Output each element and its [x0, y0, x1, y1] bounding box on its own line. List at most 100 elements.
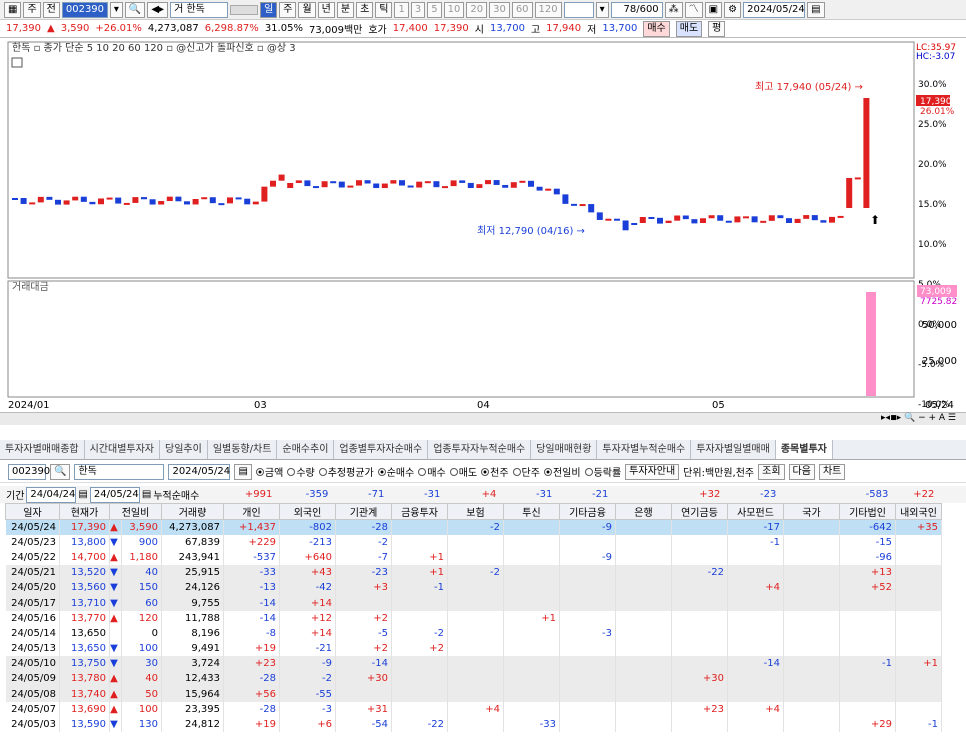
- table-row[interactable]: 24/05/24 17,390 ▲ 3,590 4,273,087 +1,437 -802-…: [5, 519, 942, 535]
- save-icon[interactable]: ▣: [704, 1, 723, 18]
- table-row[interactable]: 24/05/13 13,650 ▼ 100 9,491 +19 -21 +2 +2: [5, 641, 942, 657]
- grid-icon[interactable]: ▦: [4, 1, 22, 18]
- col-header[interactable]: 전일비: [109, 503, 162, 520]
- min-3[interactable]: 3: [410, 1, 426, 18]
- col-header[interactable]: 기타금융: [559, 503, 616, 520]
- guide-button[interactable]: 투자자안내: [625, 463, 680, 480]
- custom-dropdown-icon[interactable]: ▾: [595, 1, 609, 18]
- filter-search-icon[interactable]: 🔍: [50, 463, 71, 480]
- col-header[interactable]: 연기금등: [671, 503, 728, 520]
- min-60[interactable]: 60: [511, 1, 533, 18]
- stock-name-field[interactable]: 거 한독: [170, 1, 229, 18]
- table-row[interactable]: 24/05/22 14,700 ▲ 1,180 243,941 -537 +640 -7 +1 -…: [5, 549, 942, 566]
- sound-icon[interactable]: ◀▸: [147, 1, 169, 18]
- tab-7[interactable]: 당일매매현황: [531, 440, 598, 459]
- min-120[interactable]: 120: [534, 1, 562, 18]
- period-day[interactable]: 일: [260, 1, 278, 18]
- draw-icon[interactable]: 〽: [684, 1, 703, 18]
- tab-3[interactable]: 일별동향/차트: [208, 440, 278, 459]
- col-header[interactable]: 외국인: [279, 503, 336, 520]
- col-header[interactable]: 금융투자: [391, 503, 448, 520]
- min-30[interactable]: 30: [489, 1, 510, 18]
- tab-6[interactable]: 업종투자자누적순매수: [428, 440, 532, 459]
- table-icon[interactable]: [11, 57, 23, 68]
- date-input[interactable]: 2024/05/24: [743, 1, 806, 18]
- min-1[interactable]: 1: [394, 1, 409, 18]
- col-header[interactable]: 일자: [5, 503, 60, 520]
- tab-5[interactable]: 업종별투자자순매수: [334, 440, 429, 459]
- col-header[interactable]: 기타법인: [839, 503, 896, 520]
- filter-date-input[interactable]: 2024/05/24: [168, 463, 231, 480]
- query-button[interactable]: 조회: [758, 463, 785, 480]
- price-chart[interactable]: 한독 ▫ 종가 단순 5 10 20 60 120 ▫ @신고가 돌파신호 ▫ …: [0, 38, 966, 410]
- min-10[interactable]: 10: [443, 1, 465, 18]
- col-header[interactable]: 사모펀드: [727, 503, 784, 520]
- table-row[interactable]: 24/05/10 13,750 ▼ 30 3,724 +23 -9 -14 -14 -1 +1: [5, 656, 942, 672]
- min-5[interactable]: 5: [427, 1, 442, 18]
- col-header[interactable]: 현재가: [59, 503, 110, 520]
- col-header[interactable]: 거래량: [161, 503, 224, 520]
- calendar-icon[interactable]: ▤: [807, 1, 825, 18]
- tab-10[interactable]: 종목별투자: [775, 440, 833, 459]
- tab-1[interactable]: 시간대별투자자: [85, 440, 161, 459]
- custom-period-input[interactable]: [563, 1, 594, 18]
- period-year[interactable]: 년: [317, 1, 335, 18]
- to-date[interactable]: 24/05/24: [89, 486, 140, 503]
- filter-calendar-icon[interactable]: ▤: [234, 463, 252, 480]
- table-row[interactable]: 24/05/21 13,520 ▼ 40 25,915 -33 +43 -23 +1 -2 -22 +…: [5, 565, 942, 581]
- radio-qty[interactable]: 수량: [287, 464, 315, 479]
- table-row[interactable]: 24/05/08 13,740 ▲ 50 15,964 +56 -55: [5, 686, 942, 702]
- col-header[interactable]: 기관계: [335, 503, 392, 520]
- table-row[interactable]: 24/05/20 13,560 ▼ 150 24,126 -13 -42 +3 -1 +4 +52: [5, 580, 942, 596]
- radio-net[interactable]: 순매수: [377, 464, 414, 479]
- period-second[interactable]: 초: [356, 1, 374, 18]
- col-header[interactable]: 투신: [503, 503, 560, 520]
- tab-0[interactable]: 투자자별매매종합: [0, 440, 85, 459]
- all-toggle[interactable]: 전: [42, 1, 60, 18]
- radio-sell[interactable]: 매도: [449, 464, 477, 479]
- to-calendar-icon[interactable]: ▤: [142, 489, 151, 500]
- table-row[interactable]: 24/05/17 13,710 ▼ 60 9,755 -14 +14: [5, 595, 942, 611]
- radio-avg[interactable]: 추정평균가: [318, 464, 374, 479]
- table-row[interactable]: 24/05/07 13,690 ▲ 100 23,395 -28 -3 +31 +4 +23 +4: [5, 701, 942, 717]
- radio-prev[interactable]: 전일비: [543, 464, 581, 479]
- radio-single[interactable]: 단주: [512, 464, 540, 479]
- eval-button[interactable]: 평: [708, 20, 726, 37]
- radio-thousand[interactable]: 천주: [481, 464, 509, 479]
- buy-button[interactable]: 매수: [643, 20, 670, 37]
- chart-scrollbar[interactable]: ▸◂◾▸ 🔍 − + A ☰: [0, 412, 966, 425]
- period-week-toggle[interactable]: 주: [23, 1, 41, 18]
- period-month[interactable]: 월: [298, 1, 316, 18]
- table-row[interactable]: 24/05/14 13,650 0 8,196 -8 +14 -5 -2 -3: [5, 625, 942, 641]
- radio-amount[interactable]: 금액: [255, 464, 283, 479]
- filter-code-input[interactable]: 002390: [8, 463, 50, 480]
- tab-2[interactable]: 당일추이: [160, 440, 208, 459]
- code-dropdown-icon[interactable]: ▾: [109, 1, 123, 18]
- zoom-controls[interactable]: ▸◂◾▸ 🔍 − + A ☰: [881, 413, 956, 423]
- col-header[interactable]: 국가: [783, 503, 840, 520]
- slider[interactable]: [230, 4, 259, 15]
- next-button[interactable]: 다음: [788, 463, 815, 480]
- col-header[interactable]: 개인: [223, 503, 280, 520]
- col-header[interactable]: 은행: [615, 503, 672, 520]
- table-row[interactable]: 24/05/23 13,800 ▼ 900 67,839 +229 -213 -2 -1 -15: [5, 534, 942, 550]
- from-calendar-icon[interactable]: ▤: [78, 489, 87, 500]
- period-week[interactable]: 주: [279, 1, 297, 18]
- table-row[interactable]: 24/05/03 13,590 ▼ 130 24,812 +19 +6 -54 -22 -33 +2…: [5, 716, 942, 733]
- data-count[interactable]: 78/600: [610, 1, 663, 18]
- col-header[interactable]: 보험: [447, 503, 504, 520]
- search-icon[interactable]: 🔍: [124, 1, 146, 18]
- table-row[interactable]: 24/05/09 13,780 ▲ 40 12,433 -28 -2 +30 +30: [5, 671, 942, 687]
- radio-buy[interactable]: 매수: [418, 464, 446, 479]
- from-date[interactable]: 24/04/24: [26, 486, 77, 503]
- period-minute[interactable]: 분: [336, 1, 355, 18]
- tab-8[interactable]: 투자자별누적순매수: [597, 440, 692, 459]
- settings-icon[interactable]: ⁂: [664, 1, 683, 18]
- stock-code-input[interactable]: 002390: [61, 1, 108, 18]
- gear-icon[interactable]: ⚙: [724, 1, 742, 18]
- radio-rate[interactable]: 등락률: [584, 464, 621, 479]
- table-row[interactable]: 24/05/16 13,770 ▲ 120 11,788 -14 +12 +2 +1: [5, 610, 942, 626]
- tab-4[interactable]: 순매수추이: [277, 440, 335, 459]
- period-tick[interactable]: 틱: [375, 1, 393, 18]
- chart-button[interactable]: 차트: [818, 463, 846, 480]
